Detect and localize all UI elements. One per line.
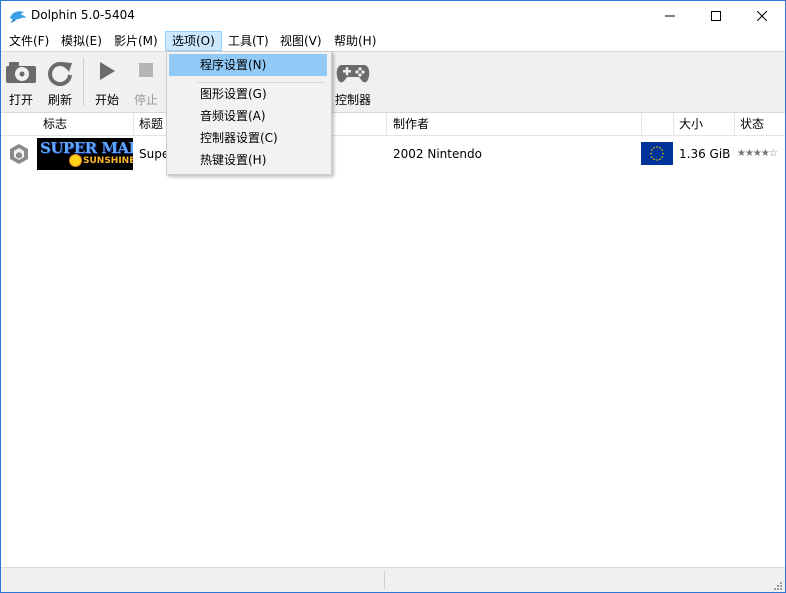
menu-graphics-settings[interactable]: 图形设置(G) xyxy=(169,83,327,105)
game-size: 1.36 GiB xyxy=(679,147,731,161)
options-dropdown-menu: 程序设置(N) 图形设置(G) 音频设置(A) 控制器设置(C) 热键设置(H) xyxy=(166,51,332,175)
title-bar[interactable]: Dolphin 5.0-5404 xyxy=(1,1,785,31)
menu-program-settings[interactable]: 程序设置(N) xyxy=(169,54,327,76)
open-button[interactable]: 打开 xyxy=(3,52,39,112)
column-state[interactable]: 状态 xyxy=(734,113,785,135)
open-disc-icon xyxy=(6,62,36,83)
play-button[interactable]: 开始 xyxy=(91,52,123,112)
menu-help[interactable]: 帮助(H) xyxy=(328,31,382,51)
gamecube-icon xyxy=(10,144,28,164)
column-maker[interactable]: 制作者 xyxy=(387,113,637,135)
refresh-label: 刷新 xyxy=(47,93,72,107)
menu-audio-settings[interactable]: 音频设置(A) xyxy=(169,105,327,127)
open-label: 打开 xyxy=(8,93,33,107)
refresh-button[interactable]: 刷新 xyxy=(43,52,77,112)
stop-label: 停止 xyxy=(133,93,158,107)
minimize-icon xyxy=(665,15,675,17)
column-banner[interactable]: 标志 xyxy=(37,113,133,135)
menu-bar: 文件(F) 模拟(E) 影片(M) 选项(O) 工具(T) 视图(V) 帮助(H… xyxy=(1,31,785,51)
banner-title: SUPER MARIO xyxy=(40,139,133,157)
toolbar-separator xyxy=(83,58,84,106)
close-icon xyxy=(757,11,767,21)
status-pane-left xyxy=(1,571,385,589)
play-label: 开始 xyxy=(94,93,119,107)
controllers-button[interactable]: 控制器 xyxy=(331,52,375,112)
play-icon xyxy=(100,62,115,80)
stop-icon xyxy=(139,63,153,77)
column-size[interactable]: 大小 xyxy=(673,113,733,135)
window-title: Dolphin 5.0-5404 xyxy=(31,8,135,22)
menu-controller-settings[interactable]: 控制器设置(C) xyxy=(169,127,327,149)
gamepad-icon xyxy=(336,65,370,83)
menu-hotkey-settings[interactable]: 热键设置(H) xyxy=(169,149,327,171)
status-bar xyxy=(1,567,785,592)
menu-file[interactable]: 文件(F) xyxy=(3,31,55,51)
banner-subtitle: SUNSHINE xyxy=(83,156,133,166)
game-list: 标志 标题 制作者 大小 状态 SUPER MARIO SUNSHINE Sup… xyxy=(1,113,785,567)
toolbar: 打开 刷新 开始 停止 控制器 xyxy=(1,51,785,113)
menu-movie[interactable]: 影片(M) xyxy=(108,31,164,51)
table-row[interactable]: SUPER MARIO SUNSHINE Supe 2002 Nintendo … xyxy=(1,137,785,171)
close-button[interactable] xyxy=(739,1,785,31)
game-list-header: 标志 标题 制作者 大小 状态 xyxy=(1,113,785,136)
maximize-button[interactable] xyxy=(693,1,739,31)
controllers-label: 控制器 xyxy=(334,93,371,107)
menu-emulation[interactable]: 模拟(E) xyxy=(55,31,108,51)
eu-flag-icon xyxy=(641,142,673,165)
menu-tools[interactable]: 工具(T) xyxy=(222,31,275,51)
menu-view[interactable]: 视图(V) xyxy=(274,31,328,51)
sun-icon xyxy=(69,154,82,167)
maximize-icon xyxy=(711,11,721,21)
game-banner: SUPER MARIO SUNSHINE xyxy=(37,138,133,170)
dolphin-window: Dolphin 5.0-5404 文件(F) 模拟(E) 影片(M) 选项(O)… xyxy=(0,0,786,593)
game-title: Supe xyxy=(139,147,167,161)
game-maker: 2002 Nintendo xyxy=(393,147,482,161)
minimize-button[interactable] xyxy=(647,1,693,31)
refresh-icon xyxy=(48,62,72,86)
rating-stars: ★★★★☆ xyxy=(737,148,778,159)
dolphin-app-icon xyxy=(10,11,26,23)
menu-options[interactable]: 选项(O) xyxy=(165,31,222,51)
stop-button[interactable]: 停止 xyxy=(130,52,162,112)
column-divider[interactable] xyxy=(641,113,642,135)
resize-grip-icon[interactable] xyxy=(771,579,783,591)
